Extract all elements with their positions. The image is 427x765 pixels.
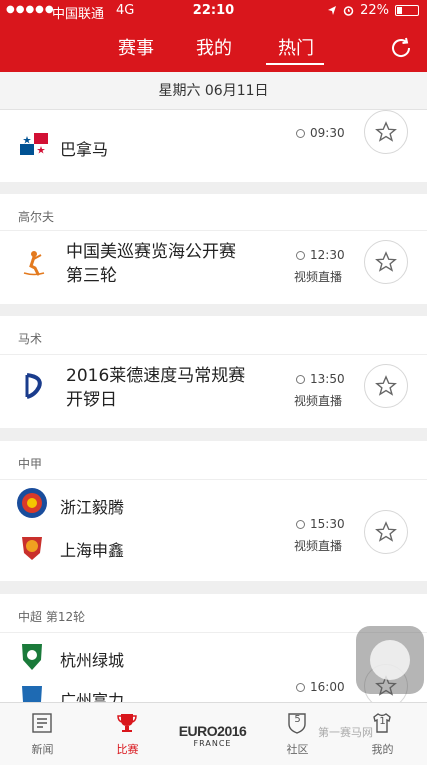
event-title: 中国美巡赛览海公开赛 第三轮 — [66, 242, 236, 286]
team-badge-icon — [16, 682, 48, 702]
favorite-button[interactable] — [364, 110, 408, 154]
divider — [0, 479, 427, 480]
event-card[interactable]: 巴拿马 09:30 — [0, 110, 427, 182]
assistive-touch-button[interactable] — [356, 626, 424, 694]
trophy-icon — [117, 714, 137, 732]
event-card[interactable]: 高尔夫 中国美巡赛览海公开赛 第三轮 12:30 视频直播 — [0, 194, 427, 304]
event-category: 马术 — [18, 332, 43, 346]
active-tab-indicator — [266, 63, 324, 65]
event-time: 15:30 — [296, 517, 345, 531]
team-name: 广州富力 — [60, 691, 125, 702]
status-bar: ●●●●● 中国联通 4G 22:10 22% — [0, 0, 427, 22]
team-badge-icon — [16, 487, 48, 519]
golf-icon — [18, 246, 50, 278]
status-right: 22% — [327, 3, 419, 18]
team-badge-icon — [16, 531, 48, 563]
event-category: 高尔夫 — [18, 210, 55, 224]
tab-mine[interactable]: 我的 — [174, 34, 254, 60]
clock-icon — [296, 520, 305, 529]
event-time: 13:50 — [296, 372, 345, 386]
event-card[interactable]: 马术 2016莱德速度马常规赛 开锣日 13:50 视频直播 — [0, 316, 427, 428]
clock-icon — [296, 129, 305, 138]
team-name: 杭州绿城 — [60, 651, 125, 670]
clock-icon — [296, 375, 305, 384]
bottom-tab-label: 社区 — [286, 743, 309, 756]
refresh-icon[interactable] — [389, 36, 413, 60]
battery-icon — [395, 5, 419, 16]
top-nav: 赛事 我的 热门 — [0, 22, 427, 72]
favorite-button[interactable] — [364, 510, 408, 554]
live-label: 视频直播 — [294, 539, 343, 553]
battery-percent: 22% — [360, 3, 389, 18]
divider — [0, 354, 427, 355]
bottom-tab-news[interactable]: 新闻 — [0, 703, 85, 765]
event-card[interactable]: 中甲 浙江毅腾 上海申鑫 15:30 视频直播 — [0, 441, 427, 581]
euro2016-logo[interactable]: EURO2016 FRANCE — [170, 709, 255, 748]
favorite-button[interactable] — [364, 240, 408, 284]
event-category: 中甲 — [18, 457, 43, 471]
tab-hot[interactable]: 热门 — [256, 34, 336, 60]
team-name: 浙江毅腾 — [60, 498, 125, 517]
event-time: 09:30 — [296, 126, 345, 140]
racing-logo-icon — [18, 370, 50, 402]
clock-icon — [296, 251, 305, 260]
news-icon — [32, 713, 52, 733]
bottom-tab-label: 新闻 — [31, 743, 54, 756]
panama-flag-icon — [18, 128, 50, 160]
clock-icon — [296, 683, 305, 692]
watermark: 第一赛马网 — [318, 726, 373, 739]
star-icon — [375, 375, 397, 396]
alarm-icon — [343, 6, 354, 16]
team-name: 巴拿马 — [60, 140, 109, 159]
event-time: 12:30 — [296, 248, 345, 262]
location-icon — [328, 6, 337, 15]
event-title: 2016莱德速度马常规赛 开锣日 — [66, 366, 246, 410]
star-icon — [375, 521, 397, 542]
bottom-tab-matches[interactable]: 比赛 — [85, 703, 170, 765]
bottom-tab-label: 我的 — [371, 743, 394, 756]
team-name: 上海申鑫 — [60, 541, 125, 560]
event-category: 中超 第12轮 — [18, 610, 86, 624]
euro-logo-text: EURO2016 — [178, 723, 247, 739]
star-icon — [375, 251, 397, 272]
star-icon — [375, 121, 397, 142]
favorite-button[interactable] — [364, 364, 408, 408]
date-header: 星期六 06月11日 — [0, 72, 427, 110]
live-label: 视频直播 — [294, 270, 343, 284]
euro-logo-sub: FRANCE — [193, 739, 232, 748]
tab-events[interactable]: 赛事 — [96, 34, 176, 60]
team-badge-icon — [16, 640, 48, 672]
bottom-tab-label: 比赛 — [116, 743, 139, 756]
live-label: 视频直播 — [294, 394, 343, 408]
event-time: 16:00 — [296, 680, 345, 694]
divider — [0, 230, 427, 231]
